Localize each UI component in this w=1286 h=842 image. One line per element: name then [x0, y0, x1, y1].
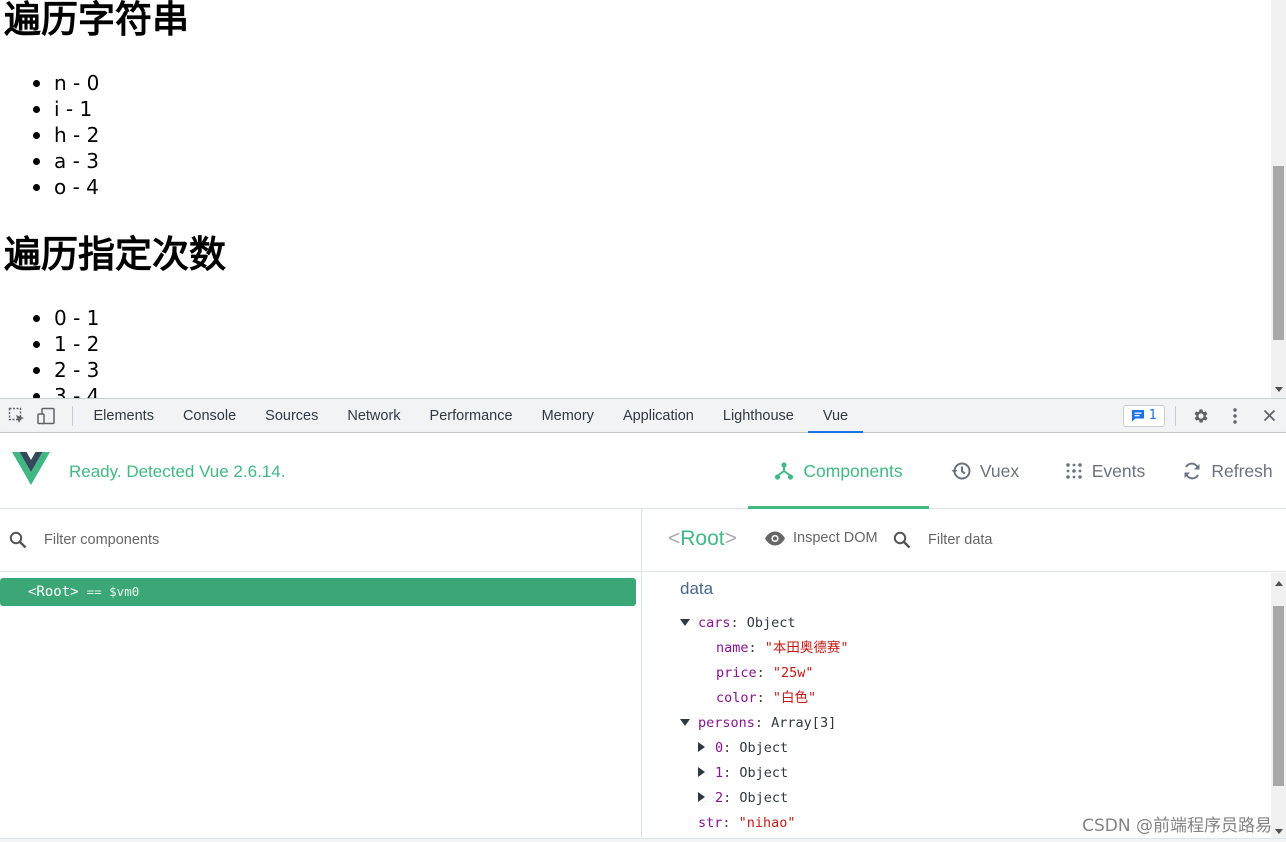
search-icon [9, 531, 27, 549]
heading-count-iteration: 遍历指定次数 [4, 233, 226, 276]
tab-console[interactable]: Console [168, 399, 250, 432]
vue-detected-status: Ready. Detected Vue 2.6.14. [69, 462, 286, 481]
string-iteration-list: n - 0 i - 1 h - 2 a - 3 o - 4 [32, 70, 100, 200]
search-icon [893, 531, 911, 549]
list-item: 3 - 4 [32, 383, 99, 398]
list-item: n - 0 [32, 71, 100, 95]
vue-logo-icon [12, 452, 50, 490]
components-tree-icon [775, 462, 794, 480]
list-item: 2 - 3 [32, 358, 100, 382]
csdn-watermark: CSDN @前端程序员路易 [1082, 816, 1272, 836]
toolbar-divider [72, 405, 73, 426]
component-tree-pane: <Root> == $vm0 [0, 509, 642, 842]
root-component-node[interactable]: <Root> == $vm0 [0, 578, 636, 606]
list-item: i - 1 [32, 96, 99, 122]
component-inspector-pane: <Root> Inspect DOM data cars: Object nam… [643, 509, 1286, 842]
nav-refresh[interactable]: Refresh [1173, 433, 1282, 509]
kebab-menu-icon[interactable] [1218, 399, 1252, 432]
eye-icon [765, 531, 785, 545]
list-item: h - 2 [32, 123, 100, 147]
list-item: 0 - 1 [32, 306, 100, 330]
collapse-arrow-icon[interactable] [698, 792, 705, 802]
devtools-tab-bar: Elements Console Sources Network Perform… [0, 398, 1286, 433]
data-section: data cars: Object name: "本田奥德赛" price: "… [643, 573, 1271, 842]
data-filter-input[interactable] [928, 529, 1228, 551]
expand-arrow-icon[interactable] [680, 619, 690, 626]
list-item: 1 - 2 [32, 332, 100, 356]
data-row-persons[interactable]: persons: Array[3] [680, 711, 836, 736]
tab-lighthouse[interactable]: Lighthouse [708, 399, 808, 432]
history-icon [951, 462, 971, 480]
page-scrollbar[interactable] [1271, 0, 1286, 398]
vue-devtools-nav: Components Vuex Events Refresh [748, 433, 1286, 509]
tab-elements[interactable]: Elements [79, 399, 168, 432]
data-row-str: str: "nihao" [698, 815, 796, 831]
data-row-cars-name: name: "本田奥德赛" [716, 640, 849, 656]
data-section-title: data [680, 579, 714, 598]
devtools-toolbar-right: 1 [1122, 399, 1286, 432]
list-item: a - 3 [32, 149, 99, 173]
inspect-dom-label: Inspect DOM [793, 530, 878, 546]
nav-events-label: Events [1091, 460, 1146, 481]
toolbar-divider [1175, 405, 1176, 426]
collapse-arrow-icon[interactable] [698, 767, 705, 777]
select-element-icon[interactable] [2, 399, 32, 432]
components-filter-row [0, 509, 641, 572]
device-toggle-icon[interactable] [32, 399, 62, 432]
scroll-up-arrow-icon[interactable] [1275, 581, 1283, 586]
scroll-down-arrow-icon[interactable] [1275, 387, 1283, 392]
inspect-dom-button[interactable]: Inspect DOM [764, 530, 878, 546]
components-filter-input[interactable] [44, 529, 604, 551]
data-row-persons-item[interactable]: 1: Object [698, 761, 788, 786]
gear-icon[interactable] [1184, 399, 1218, 432]
refresh-icon [1184, 462, 1200, 480]
data-row-cars-price: price: "25w" [716, 665, 814, 681]
issues-button[interactable]: 1 [1122, 404, 1165, 427]
root-component-ref: == $vm0 [86, 584, 140, 599]
scroll-down-arrow-icon[interactable] [1275, 829, 1283, 834]
inspector-toolbar: <Root> Inspect DOM [643, 509, 1286, 572]
events-dots-icon [1065, 463, 1082, 479]
tab-application[interactable]: Application [608, 399, 708, 432]
collapse-arrow-icon[interactable] [698, 742, 705, 752]
nav-components[interactable]: Components [748, 433, 929, 509]
selected-component-title: <Root> [668, 527, 737, 550]
nav-components-label: Components [803, 460, 903, 481]
expand-arrow-icon[interactable] [680, 719, 690, 726]
message-icon [1131, 410, 1144, 422]
data-scrollbar-thumb[interactable] [1273, 606, 1284, 786]
nav-vuex[interactable]: Vuex [937, 433, 1033, 509]
nav-vuex-label: Vuex [979, 460, 1020, 481]
data-row-cars[interactable]: cars: Object [680, 611, 796, 636]
window-bottom-edge [0, 838, 1286, 842]
page-viewport: 遍历字符串 n - 0 i - 1 h - 2 a - 3 o - 4 遍历指定… [0, 0, 1286, 398]
count-iteration-list: 0 - 1 1 - 2 2 - 3 3 - 4 [32, 305, 100, 398]
data-row-cars-color: color: "白色" [716, 690, 817, 706]
data-row-persons-item[interactable]: 2: Object [698, 786, 788, 811]
issues-count: 1 [1148, 408, 1157, 423]
page-scrollbar-thumb[interactable] [1273, 166, 1284, 340]
tab-performance[interactable]: Performance [415, 399, 527, 432]
list-item: o - 4 [32, 175, 99, 199]
heading-string-iteration: 遍历字符串 [4, 0, 189, 41]
data-scrollbar[interactable] [1271, 573, 1286, 842]
tab-sources[interactable]: Sources [251, 399, 333, 432]
tab-memory[interactable]: Memory [527, 399, 608, 432]
data-row-persons-item[interactable]: 0: Object [698, 736, 788, 761]
root-component-name: <Root> [28, 584, 79, 600]
nav-events[interactable]: Events [1055, 433, 1155, 509]
vue-devtools-header: Ready. Detected Vue 2.6.14. Components V… [0, 433, 1286, 509]
tab-network[interactable]: Network [333, 399, 415, 432]
tab-vue[interactable]: Vue [808, 399, 863, 433]
nav-refresh-label: Refresh [1211, 460, 1273, 481]
close-icon[interactable] [1252, 399, 1286, 432]
